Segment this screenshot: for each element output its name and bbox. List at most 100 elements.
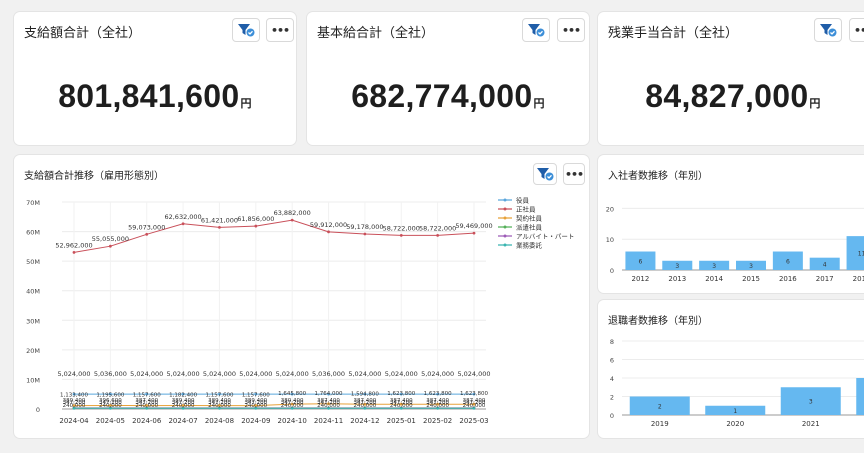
legend-label: 業務委託 xyxy=(516,241,543,250)
legend-label: アルバイト・パート xyxy=(516,233,574,241)
data-point xyxy=(363,232,367,236)
data-point xyxy=(436,233,440,237)
kpi-title: 基本給合計（全社） xyxy=(317,26,435,41)
y-tick-label: 6 xyxy=(610,357,614,365)
x-tick-label: 2024-12 xyxy=(350,417,379,425)
filter-button[interactable] xyxy=(522,18,550,42)
y-tick-label: 20 xyxy=(606,205,614,213)
x-tick-label: 2018 xyxy=(853,275,864,283)
x-tick-label: 2015 xyxy=(742,275,760,283)
x-tick-label: 2017 xyxy=(816,275,834,283)
data-label: 5,024,000 xyxy=(203,370,236,378)
filter-icon xyxy=(528,24,545,37)
series-line xyxy=(73,403,474,407)
data-point xyxy=(472,231,476,235)
retire-trend-card: 退職者数推移（年別） 0246822019120203202142022 xyxy=(598,300,864,438)
data-label: 240,000 xyxy=(63,403,86,409)
kpi-value: 801,841,600円 xyxy=(14,78,296,115)
bar-value-label: 6 xyxy=(639,258,643,265)
legend-label: 役員 xyxy=(516,196,530,205)
kpi-card-base-pay: 基本給合計（全社） ••• 682,774,000円 xyxy=(307,12,589,145)
kpi-unit: 円 xyxy=(533,98,545,110)
data-point xyxy=(399,233,403,237)
data-label: 240,000 xyxy=(135,403,158,409)
legend-marker xyxy=(503,207,507,211)
x-tick-label: 2025-02 xyxy=(423,417,452,425)
y-tick-label: 0 xyxy=(610,267,614,275)
data-label: 5,024,000 xyxy=(57,370,90,378)
bar-value-label: 1 xyxy=(733,408,737,415)
legend-label: 正社員 xyxy=(516,205,536,214)
x-tick-label: 2024-04 xyxy=(59,417,89,425)
y-tick-label: 60M xyxy=(26,229,40,237)
more-button[interactable]: ••• xyxy=(849,18,864,42)
data-label: 240,000 xyxy=(463,403,486,409)
kpi-number: 84,827,000 xyxy=(645,78,809,114)
data-label: 240,000 xyxy=(99,403,122,409)
x-tick-label: 2024-07 xyxy=(168,417,197,425)
bar-value-label: 3 xyxy=(712,263,716,270)
data-label: 59,178,000 xyxy=(346,223,383,231)
x-tick-label: 2016 xyxy=(779,275,797,283)
kpi-value: 84,827,000円 xyxy=(598,78,864,115)
bar-value-label: 4 xyxy=(823,261,827,268)
bar-value-label: 11 xyxy=(858,251,864,258)
data-label: 240,000 xyxy=(317,403,340,409)
data-label: 240,000 xyxy=(426,403,449,409)
hire-bar-chart: 0 10 20 6 2012 3 2013 3 2014 3 2015 6 2016 4 2017 11 201… xyxy=(606,205,864,283)
bar-value-label: 3 xyxy=(809,399,813,406)
data-label: 240,000 xyxy=(390,403,413,409)
more-icon: ••• xyxy=(853,23,864,37)
kpi-unit: 円 xyxy=(809,98,821,110)
legend-label: 派遣社員 xyxy=(516,223,543,232)
x-tick-label: 2024-08 xyxy=(205,417,234,425)
x-tick-label: 2021 xyxy=(802,420,820,428)
data-label: 1,623,800 xyxy=(387,391,415,397)
y-tick-label: 4 xyxy=(610,375,614,383)
more-button[interactable]: ••• xyxy=(557,18,585,42)
data-point xyxy=(181,222,185,226)
bar-value-label: 3 xyxy=(675,263,679,270)
data-label: 61,856,000 xyxy=(237,215,274,223)
data-label: 62,632,000 xyxy=(164,213,201,221)
retire-bar-chart: 0246822019120203202142022 xyxy=(610,338,864,428)
kpi-card-total-pay: 支給額合計（全社） ••• 801,841,600円 xyxy=(14,12,296,145)
data-point xyxy=(145,232,149,236)
more-button[interactable]: ••• xyxy=(266,18,294,42)
kpi-title: 残業手当合計（全社） xyxy=(608,26,739,41)
filter-button[interactable] xyxy=(232,18,260,42)
x-tick-label: 2019 xyxy=(651,420,669,428)
data-label: 5,024,000 xyxy=(385,370,418,378)
data-point xyxy=(72,250,76,254)
x-tick-label: 2024-11 xyxy=(314,417,343,425)
data-label: 59,073,000 xyxy=(128,223,165,231)
data-point xyxy=(290,218,294,222)
data-label: 1,645,800 xyxy=(278,391,306,397)
data-label: 1,623,800 xyxy=(424,391,452,397)
bar-value-label: 2 xyxy=(658,403,662,410)
filter-button[interactable] xyxy=(814,18,842,42)
x-tick-label: 2013 xyxy=(668,275,686,283)
filter-icon xyxy=(238,24,255,37)
data-label: 1,594,800 xyxy=(351,391,379,397)
kpi-number: 801,841,600 xyxy=(58,78,240,114)
data-label: 5,036,000 xyxy=(94,370,127,378)
data-label: 52,962,000 xyxy=(55,241,92,249)
y-tick-label: 20M xyxy=(26,347,40,355)
data-point xyxy=(218,225,221,229)
x-tick-label: 2024-10 xyxy=(278,417,307,425)
data-label: 5,024,000 xyxy=(348,370,381,378)
y-tick-label: 0 xyxy=(36,406,40,414)
legend-marker xyxy=(503,234,507,238)
data-label: 5,024,000 xyxy=(457,370,490,378)
data-label: 59,469,000 xyxy=(455,222,492,230)
x-tick-label: 2020 xyxy=(726,420,744,428)
x-tick-label: 2014 xyxy=(705,275,723,283)
data-label: 240,000 xyxy=(244,403,267,409)
kpi-value: 682,774,000円 xyxy=(307,78,589,115)
y-tick-label: 70M xyxy=(26,199,40,207)
legend-marker xyxy=(503,225,507,229)
y-tick-label: 2 xyxy=(610,394,614,402)
y-tick-label: 0 xyxy=(610,412,614,420)
pay-trend-card: 支給額合計推移（雇用形態別） ••• 0 10M 20M 30M 40M 50M 60M 70… xyxy=(14,155,589,438)
